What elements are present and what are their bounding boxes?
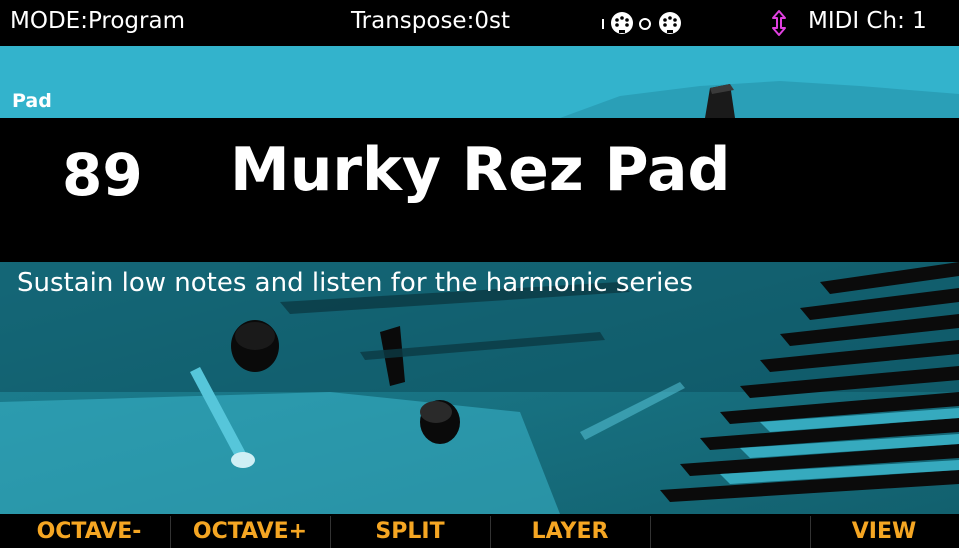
octave-down-button[interactable]: OCTAVE- <box>10 516 168 548</box>
keyboard-background-image <box>0 262 959 514</box>
midi-port-icons <box>602 12 681 34</box>
octave-up-button[interactable]: OCTAVE+ <box>171 516 329 548</box>
empty-soft-button[interactable] <box>651 516 809 548</box>
midi-port-0-icon <box>659 12 681 34</box>
mode-label: MODE:Program <box>10 8 185 34</box>
midi-activity-bar-icon <box>602 19 604 29</box>
split-button[interactable]: SPLIT <box>331 516 489 548</box>
layer-button[interactable]: LAYER <box>491 516 649 548</box>
category-band <box>0 46 959 118</box>
view-button[interactable]: VIEW <box>811 516 957 548</box>
program-mode-screen: MODE:Program Transpose:0st MIDI Ch: 1 Pa… <box>0 0 959 548</box>
midi-port-1-icon <box>611 12 633 34</box>
keyboard-photo-strip <box>560 81 959 118</box>
program-name[interactable]: Murky Rez Pad <box>230 134 730 206</box>
program-number[interactable]: 89 <box>62 140 143 210</box>
status-bar: MODE:Program Transpose:0st MIDI Ch: 1 <box>0 0 959 46</box>
category-tab-label: Pad <box>12 90 52 112</box>
midi-port-0-indicator-icon <box>639 18 651 30</box>
transpose-label: Transpose:0st <box>351 8 510 34</box>
midi-channel-label: MIDI Ch: 1 <box>808 8 927 34</box>
keyboard-photo <box>0 262 959 514</box>
program-hint-text: Sustain low notes and listen for the har… <box>17 268 693 298</box>
updown-arrow-icon <box>772 10 786 36</box>
